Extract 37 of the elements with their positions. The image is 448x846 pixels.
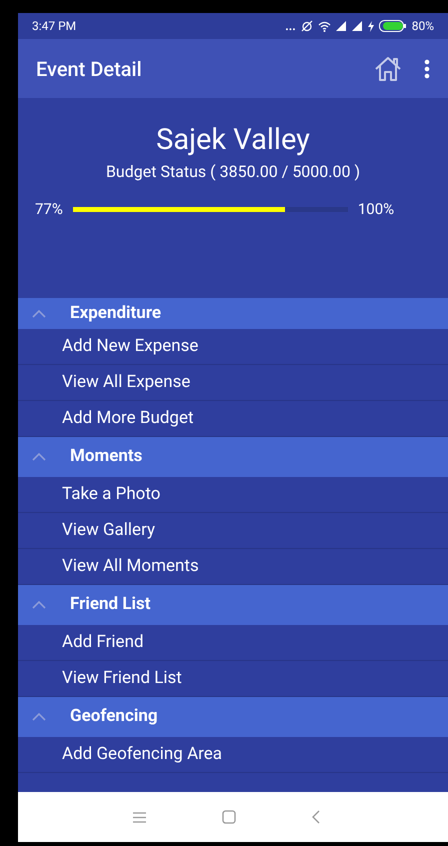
back-icon[interactable] [312,810,320,824]
section-title: Geofencing [70,705,158,728]
menu-item[interactable]: Take a Photo [18,477,448,513]
signal-icon [352,21,363,31]
section-title: Moments [70,445,142,468]
more-dots: ... [285,18,296,35]
section-header[interactable]: Friend List [18,585,448,625]
charging-icon [368,20,374,32]
section-title: Friend List [70,593,151,616]
home-icon[interactable] [374,56,402,82]
menu-item[interactable]: View Gallery [18,513,448,549]
menu-item[interactable]: View All Expense [18,365,448,401]
battery-icon [378,20,407,32]
caret-up-icon [32,453,46,461]
status-time: 3:47 PM [32,18,76,35]
more-options-icon[interactable] [424,58,430,78]
menu-item[interactable]: Add New Expense [18,329,448,365]
signal-icon [336,21,347,31]
progress-max: 100% [358,199,394,220]
progress-reading: 77% [35,199,63,220]
screen-title: Event Detail [36,56,143,82]
menu-item[interactable]: Add Geofencing Area [18,737,448,773]
section-header[interactable]: Moments [18,437,448,477]
home-button-icon[interactable] [222,810,236,824]
caret-up-icon [32,601,46,609]
event-name: Sajek Valley [156,122,310,158]
menu-item[interactable]: Add Friend [18,625,448,661]
caret-up-icon [32,713,46,721]
battery-percent: 80% [412,18,434,35]
wifi-icon [318,20,331,32]
section-header[interactable]: Geofencing [18,697,448,737]
section-title: Expenditure [70,302,162,325]
section-header[interactable]: Expenditure [18,298,448,329]
budget-status: Budget Status ( 3850.00 / 5000.00 ) [106,161,360,183]
alarm-off-icon [300,20,313,32]
menu-icon[interactable] [132,812,146,822]
caret-up-icon [32,310,46,318]
